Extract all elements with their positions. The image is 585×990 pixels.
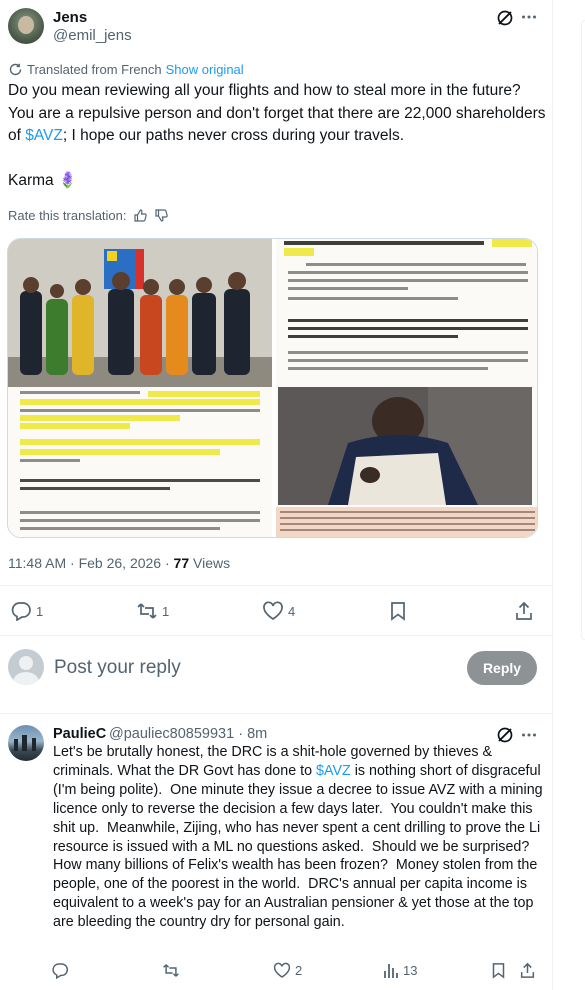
reply-dot: · <box>238 726 244 742</box>
repost-action[interactable]: 1 <box>136 601 169 621</box>
reply-reply-icon <box>51 962 69 979</box>
author-handle[interactable]: @emil_jens <box>53 27 132 44</box>
reply-bookmark-icon <box>491 962 506 979</box>
share-icon <box>515 601 533 621</box>
reply-author-meta: @pauliec80859931 · 8m <box>109 726 267 742</box>
reply-share-icon <box>520 962 535 979</box>
reply-more-options-icon[interactable] <box>520 726 538 744</box>
bookmark-icon <box>389 601 407 621</box>
tweet-time[interactable]: 11:48 AM <box>8 555 66 571</box>
reply-action[interactable]: 1 <box>10 601 43 621</box>
author-name[interactable]: Jens <box>53 9 87 26</box>
divider-actions <box>0 635 553 636</box>
bookmark-action[interactable] <box>389 601 407 621</box>
reply-share-action[interactable] <box>520 962 535 979</box>
reply-time[interactable]: 8m <box>247 726 267 742</box>
reply-grok-icon[interactable] <box>496 726 514 744</box>
reading-man-photo[interactable] <box>278 387 532 505</box>
sidebar-card-edge <box>581 20 585 640</box>
views-count: 77 <box>173 555 190 571</box>
thumbs-down-icon[interactable] <box>154 208 169 223</box>
reply-author-name[interactable]: PaulieC <box>53 726 106 742</box>
analytics-icon <box>383 962 399 979</box>
reply-views-count: 13 <box>403 963 418 978</box>
tweet-text: Do you mean reviewing all your flights a… <box>8 80 548 193</box>
meta-dot-2: · <box>164 555 170 571</box>
tweet-text-after: ; I hope our paths never cross during yo… <box>8 127 405 189</box>
media-attachment[interactable] <box>7 238 538 538</box>
reply-author-handle[interactable]: @pauliec80859931 <box>109 726 234 742</box>
like-action[interactable]: 4 <box>262 601 295 621</box>
sidebar-edge <box>575 0 585 990</box>
like-count: 4 <box>288 603 296 619</box>
rate-translation: Rate this translation: <box>8 208 169 223</box>
grok-icon[interactable] <box>496 9 514 27</box>
reply-count: 1 <box>36 603 44 619</box>
show-original-link[interactable]: Show original <box>166 62 244 77</box>
reply-text-after: is nothing short of disgraceful (I'm bei… <box>53 762 547 931</box>
reply-button[interactable]: Reply <box>467 651 537 685</box>
my-avatar[interactable] <box>8 649 44 685</box>
group-photo[interactable] <box>8 239 272 387</box>
heart-icon <box>262 601 284 621</box>
reply-repost-icon <box>162 962 180 979</box>
cashtag-link[interactable]: $AVZ <box>25 127 63 144</box>
divider-top <box>0 585 553 586</box>
document-scan-left[interactable] <box>8 387 272 537</box>
reply-icon <box>10 601 32 621</box>
reply-text: Let's be brutally honest, the DRC is a s… <box>53 743 543 932</box>
translated-from-label: Translated from French <box>27 62 162 77</box>
reply-views-action[interactable]: 13 <box>383 962 417 979</box>
reply-actions: 2 13 <box>0 960 553 984</box>
divider-composer <box>0 713 553 714</box>
tweet-metadata: 11:48 AM · Feb 26, 2026 · 77 Views <box>8 555 230 571</box>
reply-author-avatar[interactable] <box>8 725 44 761</box>
rate-translation-label: Rate this translation: <box>8 208 127 223</box>
translate-icon <box>8 62 23 77</box>
timeline-column: Jens @emil_jens Translated from French S… <box>0 0 553 990</box>
share-action[interactable] <box>515 601 533 621</box>
author-avatar[interactable] <box>8 8 44 44</box>
reply-heart-icon <box>273 962 291 979</box>
reply-input[interactable]: Post your reply <box>54 657 181 679</box>
tweet-actions: 1 1 4 <box>0 597 553 625</box>
thumbs-up-icon[interactable] <box>133 208 148 223</box>
meta-dot: · <box>70 555 75 571</box>
translation-notice: Translated from French Show original <box>8 62 244 77</box>
views-label: Views <box>193 555 231 571</box>
more-options-icon[interactable] <box>520 8 538 26</box>
reply-like-count: 2 <box>295 963 303 978</box>
repost-count: 1 <box>162 603 170 619</box>
reply-bookmark-action[interactable] <box>491 962 506 979</box>
reply-repost-action[interactable] <box>162 962 180 979</box>
reply-cashtag-link[interactable]: $AVZ <box>316 763 351 779</box>
repost-icon <box>136 601 158 621</box>
reply-reply-action[interactable] <box>51 962 69 979</box>
reply-composer: Post your reply Reply <box>0 645 553 690</box>
tweet-date[interactable]: Feb 26, 2026 <box>79 555 162 571</box>
reply-like-action[interactable]: 2 <box>273 962 302 979</box>
